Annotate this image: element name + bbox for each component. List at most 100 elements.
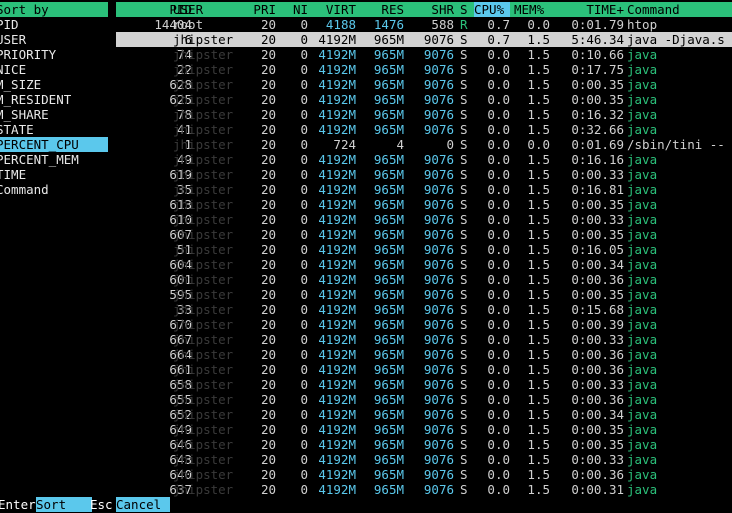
function-key-cancel[interactable]: Esc bbox=[90, 497, 113, 512]
cell-res: 965M bbox=[373, 452, 404, 467]
cell-pri: 20 bbox=[260, 152, 276, 167]
cell-virt: 4192M bbox=[318, 212, 356, 227]
process-row[interactable]: 613 jhipster 20 0 4192M 965M 9076 S 0.0 1.5 0:00.3… bbox=[116, 197, 732, 212]
cell-shr: 9076 bbox=[423, 482, 454, 497]
process-row[interactable]: 33 jhipster 20 0 4192M 965M 9076 S 0.0 1.5 0:15.68… bbox=[116, 302, 732, 317]
column-header-ni[interactable]: NI bbox=[282, 2, 308, 17]
sort-option-priority[interactable]: PRIORITY bbox=[0, 47, 108, 62]
cell-time: 0:10.66 bbox=[571, 47, 624, 62]
process-row[interactable]: 74 jhipster 20 0 4192M 965M 9076 S 0.0 1.5 0:10.66… bbox=[116, 47, 732, 62]
sort-button[interactable]: Sort bbox=[36, 497, 92, 512]
process-row[interactable]: 652 jhipster 20 0 4192M 965M 9076 S 0.0 1.5 0:00.3… bbox=[116, 407, 732, 422]
cell-virt: 4192M bbox=[318, 92, 356, 107]
process-row[interactable]: 14404 root 20 0 4188 1476 588 R 0.7 0.0 0:01.79 hto… bbox=[116, 17, 732, 32]
cell-res: 965M bbox=[373, 422, 404, 437]
cancel-button[interactable]: Cancel bbox=[116, 497, 170, 512]
sort-option-m-resident[interactable]: M_RESIDENT bbox=[0, 92, 108, 107]
cell-shr: 0 bbox=[446, 137, 454, 152]
cell-s: S bbox=[460, 137, 468, 152]
column-header-pri[interactable]: PRI bbox=[242, 2, 276, 17]
process-row[interactable]: 6 jhipster 20 0 4192M 965M 9076 S 0.7 1.5 5:46.34 j… bbox=[116, 32, 732, 47]
process-row[interactable]: 658 jhipster 20 0 4192M 965M 9076 S 0.0 1.5 0:00.3… bbox=[116, 377, 732, 392]
process-row[interactable]: 661 jhipster 20 0 4192M 965M 9076 S 0.0 1.5 0:00.3… bbox=[116, 362, 732, 377]
process-row[interactable]: 595 jhipster 20 0 4192M 965M 9076 S 0.0 1.5 0:00.3… bbox=[116, 287, 732, 302]
process-row[interactable]: 41 jhipster 20 0 4192M 965M 9076 S 0.0 1.5 0:32.66… bbox=[116, 122, 732, 137]
process-row[interactable]: 78 jhipster 20 0 4192M 965M 9076 S 0.0 1.5 0:16.32… bbox=[116, 107, 732, 122]
function-key-sort[interactable]: Enter bbox=[0, 497, 36, 512]
cell-cmd: java bbox=[627, 92, 658, 107]
cell-pri: 20 bbox=[260, 377, 276, 392]
cell-ni: 0 bbox=[300, 257, 308, 272]
sort-option-state[interactable]: STATE bbox=[0, 122, 108, 137]
cell-time: 0:00.39 bbox=[571, 317, 624, 332]
cell-shr: 9076 bbox=[423, 332, 454, 347]
process-row[interactable]: 640 jhipster 20 0 4192M 965M 9076 S 0.0 1.5 0:00.3… bbox=[116, 467, 732, 482]
cell-mem: 1.5 bbox=[527, 422, 550, 437]
sort-option-pid[interactable]: PID bbox=[0, 17, 108, 32]
process-row[interactable]: 604 jhipster 20 0 4192M 965M 9076 S 0.0 1.5 0:00.3… bbox=[116, 257, 732, 272]
column-header-time[interactable]: TIME+ bbox=[552, 2, 624, 17]
cell-cmd: java bbox=[627, 422, 658, 437]
column-header-cpu[interactable]: CPU% bbox=[474, 2, 510, 17]
cell-mem: 1.5 bbox=[527, 272, 550, 287]
process-row[interactable]: 51 jhipster 20 0 4192M 965M 9076 S 0.0 1.5 0:16.05… bbox=[116, 242, 732, 257]
column-header-shr[interactable]: SHR bbox=[414, 2, 454, 17]
cell-pri: 20 bbox=[260, 332, 276, 347]
column-header-virt[interactable]: VIRT bbox=[308, 2, 356, 17]
cell-res: 1476 bbox=[373, 17, 404, 32]
process-row[interactable]: 628 jhipster 20 0 4192M 965M 9076 S 0.0 1.5 0:00.3… bbox=[116, 77, 732, 92]
cell-virt: 4192M bbox=[318, 152, 356, 167]
process-row[interactable]: 49 jhipster 20 0 4192M 965M 9076 S 0.0 1.5 0:16.16… bbox=[116, 152, 732, 167]
process-row[interactable]: 643 jhipster 20 0 4192M 965M 9076 S 0.0 1.5 0:00.3… bbox=[116, 452, 732, 467]
column-header-res[interactable]: RES bbox=[362, 2, 404, 17]
process-row[interactable]: 655 jhipster 20 0 4192M 965M 9076 S 0.0 1.5 0:00.3… bbox=[116, 392, 732, 407]
column-header-command[interactable]: Command bbox=[627, 2, 732, 17]
cell-ni: 0 bbox=[300, 32, 308, 47]
column-header-state[interactable]: S bbox=[460, 2, 472, 17]
sort-option-percent-cpu[interactable]: PERCENT_CPU bbox=[0, 137, 108, 152]
cell-time: 0:01.79 bbox=[571, 17, 624, 32]
process-row[interactable]: 664 jhipster 20 0 4192M 965M 9076 S 0.0 1.5 0:00.3… bbox=[116, 347, 732, 362]
cell-cpu: 0.0 bbox=[487, 272, 510, 287]
cell-mem: 1.5 bbox=[527, 152, 550, 167]
sort-option-time[interactable]: TIME bbox=[0, 167, 108, 182]
process-row[interactable]: 646 jhipster 20 0 4192M 965M 9076 S 0.0 1.5 0:00.3… bbox=[116, 437, 732, 452]
cell-shr: 9076 bbox=[423, 197, 454, 212]
process-row[interactable]: 619 jhipster 20 0 4192M 965M 9076 S 0.0 1.5 0:00.3… bbox=[116, 167, 732, 182]
cell-cmd: java bbox=[627, 77, 658, 92]
sort-option-command[interactable]: Command bbox=[0, 182, 108, 197]
process-row[interactable]: 22 jhipster 20 0 4192M 965M 9076 S 0.0 1.5 0:17.75… bbox=[116, 62, 732, 77]
cell-virt: 4192M bbox=[318, 362, 356, 377]
cell-cpu: 0.0 bbox=[487, 137, 510, 152]
cell-mem: 0.0 bbox=[527, 17, 550, 32]
cell-time: 0:16.81 bbox=[571, 182, 624, 197]
cell-pri: 20 bbox=[260, 272, 276, 287]
sort-option-m-share[interactable]: M_SHARE bbox=[0, 107, 108, 122]
cell-cmd: java bbox=[627, 452, 658, 467]
process-row[interactable]: 637 jhipster 20 0 4192M 965M 9076 S 0.0 1.5 0:00.3… bbox=[116, 482, 732, 497]
process-row[interactable]: 35 jhipster 20 0 4192M 965M 9076 S 0.0 1.5 0:16.81… bbox=[116, 182, 732, 197]
cell-ni: 0 bbox=[300, 407, 308, 422]
process-row[interactable]: 610 jhipster 20 0 4192M 965M 9076 S 0.0 1.5 0:00.3… bbox=[116, 212, 732, 227]
sort-option-percent-mem[interactable]: PERCENT_MEM bbox=[0, 152, 108, 167]
sort-option-user[interactable]: USER bbox=[0, 32, 108, 47]
cell-res: 965M bbox=[373, 317, 404, 332]
process-row[interactable]: 1 jhipster 20 0 724 4 0 S 0.0 0.0 0:01.69/sbin/tin… bbox=[116, 137, 732, 152]
cell-pri: 20 bbox=[260, 122, 276, 137]
column-header-mem[interactable]: MEM% bbox=[514, 2, 550, 17]
process-row[interactable]: 649 jhipster 20 0 4192M 965M 9076 S 0.0 1.5 0:00.3… bbox=[116, 422, 732, 437]
cell-cmd: java bbox=[627, 197, 658, 212]
cell-mem: 1.5 bbox=[527, 92, 550, 107]
process-row[interactable]: 625 jhipster 20 0 4192M 965M 9076 S 0.0 1.5 0:00.3… bbox=[116, 92, 732, 107]
cell-s: S bbox=[460, 152, 468, 167]
cell-cpu: 0.7 bbox=[487, 17, 510, 32]
process-row[interactable]: 601 jhipster 20 0 4192M 965M 9076 S 0.0 1.5 0:00.3… bbox=[116, 272, 732, 287]
process-row[interactable]: 670 jhipster 20 0 4192M 965M 9076 S 0.0 1.5 0:00.3… bbox=[116, 317, 732, 332]
process-row[interactable]: 607 jhipster 20 0 4192M 965M 9076 S 0.0 1.5 0:00.3… bbox=[116, 227, 732, 242]
sort-option-m-size[interactable]: M_SIZE bbox=[0, 77, 108, 92]
sort-option-nice[interactable]: NICE bbox=[0, 62, 108, 77]
cell-ni: 0 bbox=[300, 122, 308, 137]
process-row[interactable]: 667 jhipster 20 0 4192M 965M 9076 S 0.0 1.5 0:00.3… bbox=[116, 332, 732, 347]
cell-time: 0:00.35 bbox=[571, 422, 624, 437]
cell-res: 965M bbox=[373, 377, 404, 392]
